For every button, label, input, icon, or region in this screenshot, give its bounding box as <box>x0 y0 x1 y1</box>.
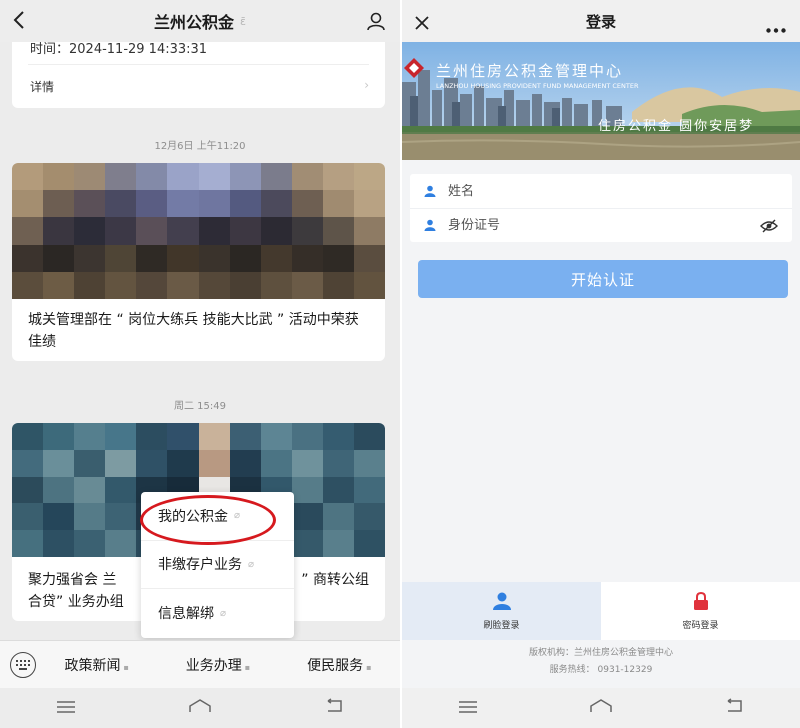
banner-slogan: 住房公积金 圆你安居梦 <box>598 118 754 134</box>
system-nav-bar <box>0 688 400 728</box>
menu-item-label: 我的公积金 <box>158 508 228 525</box>
detail-label: 详情 <box>30 80 55 94</box>
eye-off-icon[interactable] <box>760 218 778 237</box>
tab-label: 密码登录 <box>682 620 719 631</box>
back-icon[interactable] <box>12 10 26 35</box>
link-icon: ⌀ <box>234 510 241 522</box>
nav-item-business[interactable]: 业务办理 ▪ <box>157 655 278 675</box>
article-title: 城关管理部在 “ 岗位大练兵 技能大比武 ” 活动中荣获佳绩 <box>28 312 359 350</box>
login-form <box>410 174 792 242</box>
link-icon: ⌀ <box>248 558 255 570</box>
left-top-bar: 兰州公积金 ε̄ <box>0 0 400 42</box>
app-title: 兰州公积金 <box>154 13 235 32</box>
message-time: 时间：2024-11-29 14:33:31 <box>30 42 208 57</box>
left-phone-screen: 兰州公积金 ε̄ 时间：2024-11-29 14:33:31 详情 › 12月… <box>0 0 400 728</box>
right-top-bar: 登录 <box>402 0 800 42</box>
menu-item-unbind[interactable]: 信息解绑 ⌀ <box>141 589 294 638</box>
center-banner: 兰州住房公积金管理中心 LANZHOU HOUSING PROVIDENT FU… <box>402 42 800 160</box>
popup-submenu: 我的公积金 ⌀ 非缴存户业务 ⌀ 信息解绑 ⌀ <box>141 492 294 638</box>
nav-item-policy-news[interactable]: 政策新闻 ▪ <box>36 655 157 675</box>
menu-item-non-depositor[interactable]: 非缴存户业务 ⌀ <box>141 541 294 590</box>
article-title-line1-tail: ” 商转公组 <box>301 572 369 588</box>
banner-image: 兰州住房公积金管理中心 LANZHOU HOUSING PROVIDENT FU… <box>402 42 800 160</box>
user-icon[interactable] <box>366 11 386 35</box>
article-title-line1: 聚力强省会 兰 <box>28 572 117 588</box>
face-icon <box>492 592 512 613</box>
lock-icon <box>693 591 709 613</box>
nav-item-services[interactable]: 便民服务 ▪ <box>279 655 400 675</box>
nav-item-label: 政策新闻 <box>64 657 121 674</box>
title-badge: ε̄ <box>240 14 246 28</box>
person-icon <box>424 216 436 235</box>
close-icon[interactable] <box>414 12 430 36</box>
home-icon[interactable] <box>188 698 212 718</box>
nav-item-label: 便民服务 <box>307 657 364 674</box>
menu-icon[interactable] <box>458 699 478 718</box>
partial-message-card: 时间：2024-11-29 14:33:31 详情 › <box>12 42 385 108</box>
hotline-text: 服务热线： 0931-12329 <box>549 665 653 675</box>
detail-link[interactable]: 详情 › <box>30 78 369 95</box>
tab-face-login[interactable]: 刷脸登录 <box>402 582 601 640</box>
article-image <box>12 163 385 299</box>
tab-label: 刷脸登录 <box>483 620 520 631</box>
menu-icon[interactable] <box>56 699 76 718</box>
banner-org-name-en: LANZHOU HOUSING PROVIDENT FUND MANAGEMEN… <box>436 82 639 90</box>
message-timestamp: 周二 15:49 <box>174 401 226 412</box>
banner-org-name: 兰州住房公积金管理中心 <box>436 62 623 80</box>
home-icon[interactable] <box>589 698 613 718</box>
id-row <box>410 208 792 242</box>
return-icon[interactable] <box>724 698 744 718</box>
menu-item-label: 信息解绑 <box>158 606 214 623</box>
article-card[interactable]: 城关管理部在 “ 岗位大练兵 技能大比武 ” 活动中荣获佳绩 <box>12 163 385 361</box>
page-title: 登录 <box>585 12 616 31</box>
copyright-text: 版权机构：兰州住房公积金管理中心 <box>528 648 673 658</box>
keyboard-icon[interactable] <box>10 651 36 678</box>
dot-icon: ▪ <box>123 662 129 672</box>
more-icon[interactable] <box>766 18 786 37</box>
id-number-input[interactable] <box>448 218 728 233</box>
start-auth-button[interactable]: 开始认证 <box>418 260 788 298</box>
nav-item-label: 业务办理 <box>185 657 242 674</box>
return-icon[interactable] <box>324 698 344 718</box>
link-icon: ⌀ <box>220 607 227 619</box>
login-method-tabs: 刷脸登录 密码登录 <box>402 582 800 640</box>
name-input[interactable] <box>448 183 728 199</box>
dot-icon: ▪ <box>244 662 251 672</box>
name-row <box>410 174 792 208</box>
menu-item-my-fund[interactable]: 我的公积金 ⌀ <box>141 492 294 541</box>
bottom-menu-bar: 政策新闻 ▪ 业务办理 ▪ 便民服务 ▪ <box>0 640 400 688</box>
person-icon <box>424 182 436 201</box>
tab-password-login[interactable]: 密码登录 <box>601 582 800 640</box>
right-phone-screen: 登录 兰州住房公积金管理中心 LANZHOU HOUSING PROVIDENT… <box>402 0 800 728</box>
message-timestamp: 12月6日 上午11:20 <box>154 141 246 152</box>
page-footer: 版权机构：兰州住房公积金管理中心 服务热线： 0931-12329 <box>402 645 800 679</box>
menu-item-label: 非缴存户业务 <box>158 557 242 574</box>
system-nav-bar <box>402 688 800 728</box>
chevron-right-icon: › <box>364 78 369 92</box>
dot-icon: ▪ <box>366 662 372 672</box>
